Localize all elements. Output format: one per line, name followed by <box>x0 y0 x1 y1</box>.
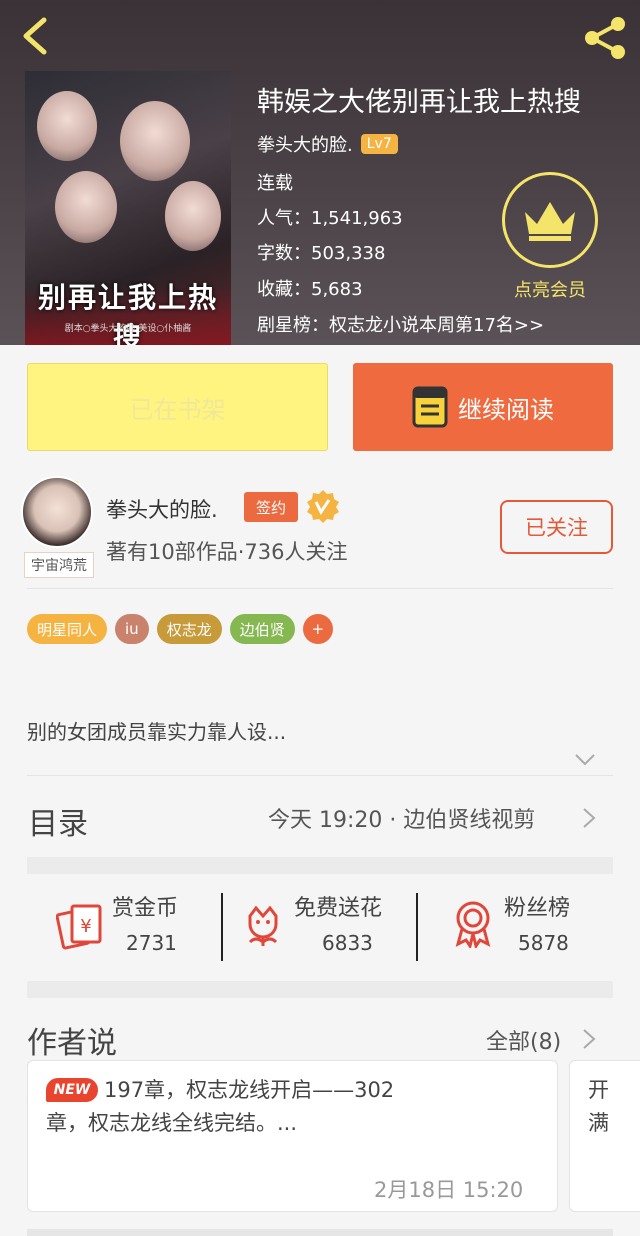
cover-title: 别再让我上热搜 <box>37 281 218 345</box>
in-bookshelf-button[interactable]: 已在书架 <box>27 363 328 451</box>
medal-icon <box>455 901 491 948</box>
section-separator <box>27 1229 613 1236</box>
tag-item[interactable]: 边伯贤 <box>229 614 295 644</box>
book-popularity: 人气：1,541,963 <box>257 208 403 229</box>
cover-figure <box>120 101 190 181</box>
continue-reading-label: 继续阅读 <box>458 395 554 424</box>
stat-value: 5878 <box>518 931 569 955</box>
book-header: 别再让我上热搜 剧本○拳头大的脸 美设○仆柚酱 韩娱之大佬别再让我上热搜 拳头大… <box>0 0 640 345</box>
signed-badge: 签约 <box>244 492 298 522</box>
book-favorites: 收藏：5,683 <box>257 279 363 300</box>
flower-icon <box>248 905 278 946</box>
stat-separator <box>221 893 223 961</box>
book-icon <box>412 386 448 428</box>
reward-coin-button[interactable]: ¥ 赏金币 2731 <box>56 890 216 960</box>
stat-label: 赏金币 <box>112 896 179 921</box>
tag-item[interactable]: 明星同人 <box>27 614 108 644</box>
avatar-tag: 宇宙鸿荒 <box>24 552 94 578</box>
crown-icon <box>525 202 575 241</box>
chevron-right-icon <box>583 1029 596 1049</box>
chevron-down-icon <box>575 754 595 766</box>
vip-membership-button[interactable]: 点亮会员 <box>500 172 600 301</box>
author-name[interactable]: 拳头大的脸. <box>106 494 218 524</box>
tag-item[interactable]: 权志龙 <box>156 614 222 644</box>
new-badge: NEW <box>46 1078 98 1102</box>
divider <box>27 588 613 589</box>
book-cover[interactable]: 别再让我上热搜 剧本○拳头大的脸 美设○仆柚酱 <box>25 71 231 345</box>
cover-figure <box>55 171 117 243</box>
share-icon <box>585 17 625 59</box>
cover-figure <box>37 91 97 161</box>
back-button[interactable] <box>14 14 58 58</box>
latest-chapter: 今天 19:20 · 边伯贤线视剪 <box>268 808 536 833</box>
author-note-text: 197章，权志龙线开启——302章，权志龙线全线完结。... <box>46 1078 395 1135</box>
vip-label: 点亮会员 <box>514 280 586 301</box>
follow-button[interactable]: 已关注 <box>500 500 613 554</box>
author-avatar[interactable] <box>21 476 93 548</box>
author-stats: 著有10部作品·736人关注 <box>106 540 348 564</box>
book-synopsis: 别的女团成员靠实力靠人设... <box>27 720 287 744</box>
tag-item[interactable]: iu <box>115 614 149 644</box>
share-button[interactable] <box>578 14 632 62</box>
book-status: 连载 <box>257 173 293 194</box>
author-note-text: 开满 <box>588 1078 609 1135</box>
divider <box>27 775 613 776</box>
tag-list: 明星同人 iu 权志龙 边伯贤 + <box>27 614 333 644</box>
add-tag-button[interactable]: + <box>302 614 333 644</box>
book-ranking-link[interactable]: 剧星榜：权志龙小说本周第17名>> <box>257 311 544 337</box>
expand-synopsis-button[interactable] <box>574 752 596 766</box>
book-word-count: 字数：503,338 <box>257 243 386 264</box>
book-title: 韩娱之大佬别再让我上热搜 <box>257 87 581 118</box>
catalogue-title: 目录 <box>28 807 88 842</box>
section-separator <box>27 857 613 874</box>
chevron-right-icon <box>583 808 596 828</box>
verified-v-icon <box>306 489 340 523</box>
stat-value: 2731 <box>126 931 177 955</box>
svg-text:¥: ¥ <box>80 916 91 937</box>
level-badge: Lv7 <box>360 134 398 154</box>
cover-figure <box>165 181 221 251</box>
back-arrow-icon <box>23 17 47 55</box>
cover-credit: 剧本○拳头大的脸 美设○仆柚酱 <box>64 324 192 334</box>
stat-label: 粉丝榜 <box>504 896 571 921</box>
book-author-name[interactable]: 拳头大的脸. <box>257 131 353 157</box>
send-flower-button[interactable]: 免费送花 6833 <box>242 890 412 960</box>
book-author-line: 拳头大的脸. Lv7 <box>257 131 398 157</box>
stat-separator <box>416 893 418 961</box>
stat-value: 6833 <box>322 931 373 955</box>
section-separator <box>27 981 613 998</box>
vip-crown-circle <box>502 172 598 268</box>
stat-label: 免费送花 <box>294 896 383 921</box>
reward-coin-icon: ¥ <box>56 904 102 950</box>
author-says-title: 作者说 <box>27 1026 117 1061</box>
continue-reading-button[interactable]: 继续阅读 <box>353 363 613 451</box>
fan-ranking-button[interactable]: 粉丝榜 5878 <box>452 890 602 960</box>
author-says-all-label: 全部(8) <box>486 1030 562 1055</box>
author-note-time: 2月18日 15:20 <box>374 1178 524 1202</box>
